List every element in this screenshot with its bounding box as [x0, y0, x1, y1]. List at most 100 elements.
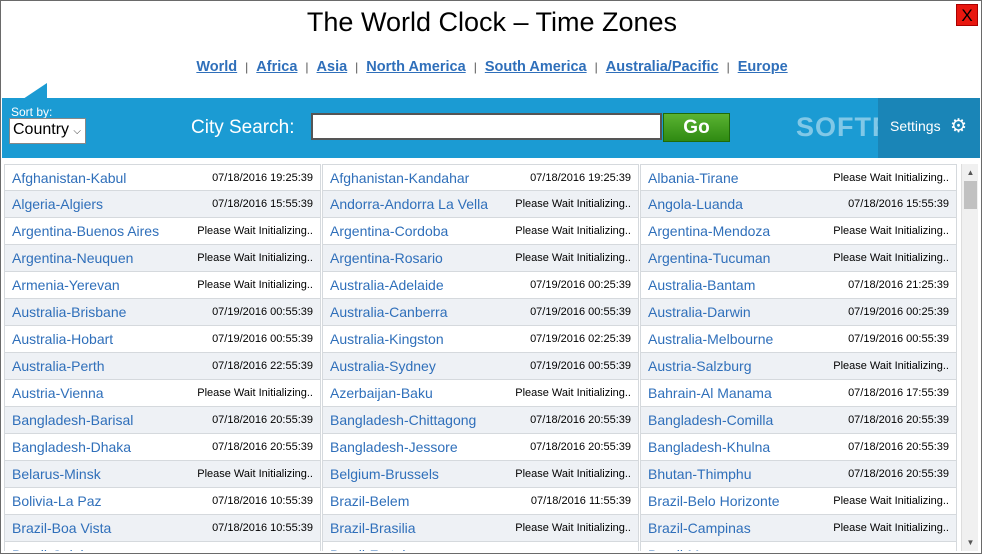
city-name[interactable]: Bolivia-La Paz [12, 493, 102, 509]
scroll-up-icon[interactable]: ▲ [962, 164, 979, 181]
table-row[interactable]: Belgium-Brussels Please Wait Initializing… [322, 461, 639, 488]
city-name[interactable]: Argentina-Neuquen [12, 250, 133, 266]
table-row[interactable]: Albania-Tirane Please Wait Initializing.. [640, 164, 957, 191]
city-name[interactable]: Azerbaijan-Baku [330, 385, 433, 401]
city-name[interactable]: Bangladesh-Chittagong [330, 412, 476, 428]
city-name[interactable]: Brazil-Campinas [648, 520, 751, 536]
city-name[interactable]: Argentina-Cordoba [330, 223, 448, 239]
city-name[interactable]: Australia-Kingston [330, 331, 444, 347]
city-name[interactable]: Bangladesh-Barisal [12, 412, 133, 428]
table-row[interactable]: Australia-Hobart 07/19/2016 00:55:39 [4, 326, 321, 353]
table-row[interactable]: Australia-Darwin 07/19/2016 00:25:39 [640, 299, 957, 326]
city-name[interactable]: Bangladesh-Dhaka [12, 439, 131, 455]
city-name[interactable]: Australia-Perth [12, 358, 105, 374]
city-name[interactable]: Brazil-Fortaleza [330, 547, 428, 551]
table-row[interactable]: Argentina-Cordoba Please Wait Initializin… [322, 218, 639, 245]
table-row[interactable]: Australia-Brisbane 07/19/2016 00:55:39 [4, 299, 321, 326]
city-name[interactable]: Brazil-Boa Vista [12, 520, 111, 536]
city-name[interactable]: Argentina-Rosario [330, 250, 443, 266]
table-row[interactable]: Bangladesh-Dhaka 07/18/2016 20:55:39 [4, 434, 321, 461]
city-name[interactable]: Armenia-Yerevan [12, 277, 120, 293]
table-row[interactable]: Brazil-Boa Vista 07/18/2016 10:55:39 [4, 515, 321, 542]
city-name[interactable]: Andorra-Andorra La Vella [330, 196, 488, 212]
city-name[interactable]: Bhutan-Thimphu [648, 466, 752, 482]
table-row[interactable]: Argentina-Tucuman Please Wait Initializin… [640, 245, 957, 272]
table-row[interactable]: Australia-Melbourne 07/19/2016 00:55:39 [640, 326, 957, 353]
table-row[interactable]: Argentina-Rosario Please Wait Initializin… [322, 245, 639, 272]
city-name[interactable]: Brazil-Cuiaba [12, 547, 96, 551]
city-name[interactable]: Bahrain-Al Manama [648, 385, 772, 401]
city-name[interactable]: Australia-Bantam [648, 277, 755, 293]
city-name[interactable]: Australia-Darwin [648, 304, 751, 320]
nav-link-north-america[interactable]: North America [366, 59, 465, 75]
table-row[interactable]: Afghanistan-Kabul 07/18/2016 19:25:39 [4, 164, 321, 191]
city-name[interactable]: Argentina-Buenos Aires [12, 223, 159, 239]
table-row[interactable]: Bangladesh-Chittagong 07/18/2016 20:55:39 [322, 407, 639, 434]
city-name[interactable]: Brazil-Manaus [648, 547, 737, 551]
table-row[interactable]: Austria-Vienna Please Wait Initializing.. [4, 380, 321, 407]
go-button[interactable]: Go [663, 113, 730, 142]
nav-link-europe[interactable]: Europe [738, 59, 788, 75]
table-row[interactable]: Bangladesh-Barisal 07/18/2016 20:55:39 [4, 407, 321, 434]
city-name[interactable]: Australia-Brisbane [12, 304, 126, 320]
city-name[interactable]: Belgium-Brussels [330, 466, 439, 482]
settings-button[interactable]: Settings ⚙ [878, 98, 980, 158]
nav-link-africa[interactable]: Africa [256, 59, 297, 75]
table-row[interactable]: Angola-Luanda 07/18/2016 15:55:39 [640, 191, 957, 218]
table-row[interactable]: Bhutan-Thimphu 07/18/2016 20:55:39 [640, 461, 957, 488]
city-name[interactable]: Argentina-Tucuman [648, 250, 770, 266]
table-row[interactable]: Belarus-Minsk Please Wait Initializing.. [4, 461, 321, 488]
city-name[interactable]: Bangladesh-Khulna [648, 439, 770, 455]
table-row[interactable]: Brazil-Belo Horizonte Please Wait Initial… [640, 488, 957, 515]
table-row[interactable]: Australia-Perth 07/18/2016 22:55:39 [4, 353, 321, 380]
nav-link-australia-pacific[interactable]: Australia/Pacific [606, 59, 719, 75]
table-row[interactable]: Afghanistan-Kandahar 07/18/2016 19:25:39 [322, 164, 639, 191]
table-row[interactable]: Bangladesh-Comilla 07/18/2016 20:55:39 [640, 407, 957, 434]
table-row[interactable]: Brazil-Belem 07/18/2016 11:55:39 [322, 488, 639, 515]
table-row[interactable]: Austria-Salzburg Please Wait Initializing… [640, 353, 957, 380]
table-row[interactable]: Australia-Adelaide 07/19/2016 00:25:39 [322, 272, 639, 299]
scroll-down-icon[interactable]: ▼ [962, 534, 979, 551]
table-row[interactable]: Algeria-Algiers 07/18/2016 15:55:39 [4, 191, 321, 218]
table-row[interactable]: Brazil-Fortaleza [322, 542, 639, 551]
city-name[interactable]: Belarus-Minsk [12, 466, 101, 482]
table-row[interactable]: Australia-Kingston 07/19/2016 02:25:39 [322, 326, 639, 353]
table-row[interactable]: Australia-Bantam 07/18/2016 21:25:39 [640, 272, 957, 299]
table-row[interactable]: Brazil-Campinas Please Wait Initializing.… [640, 515, 957, 542]
scroll-thumb[interactable] [964, 181, 977, 209]
table-row[interactable]: Azerbaijan-Baku Please Wait Initializing.… [322, 380, 639, 407]
table-row[interactable]: Brazil-Cuiaba [4, 542, 321, 551]
city-name[interactable]: Australia-Hobart [12, 331, 113, 347]
city-name[interactable]: Argentina-Mendoza [648, 223, 770, 239]
table-row[interactable]: Australia-Sydney 07/19/2016 00:55:39 [322, 353, 639, 380]
city-name[interactable]: Austria-Salzburg [648, 358, 752, 374]
table-row[interactable]: Bangladesh-Khulna 07/18/2016 20:55:39 [640, 434, 957, 461]
city-name[interactable]: Brazil-Belem [330, 493, 409, 509]
table-row[interactable]: Argentina-Neuquen Please Wait Initializin… [4, 245, 321, 272]
city-name[interactable]: Bangladesh-Jessore [330, 439, 458, 455]
city-name[interactable]: Australia-Canberra [330, 304, 448, 320]
table-row[interactable]: Andorra-Andorra La Vella Please Wait Init… [322, 191, 639, 218]
city-name[interactable]: Albania-Tirane [648, 170, 739, 186]
city-name[interactable]: Australia-Adelaide [330, 277, 444, 293]
city-name[interactable]: Australia-Sydney [330, 358, 436, 374]
city-name[interactable]: Brazil-Brasilia [330, 520, 416, 536]
city-name[interactable]: Austria-Vienna [12, 385, 104, 401]
city-name[interactable]: Afghanistan-Kandahar [330, 170, 469, 186]
city-name[interactable]: Afghanistan-Kabul [12, 170, 126, 186]
nav-link-world[interactable]: World [196, 59, 237, 75]
table-row[interactable]: Bangladesh-Jessore 07/18/2016 20:55:39 [322, 434, 639, 461]
nav-link-south-america[interactable]: South America [485, 59, 587, 75]
city-name[interactable]: Australia-Melbourne [648, 331, 773, 347]
city-search-input[interactable] [311, 113, 662, 140]
sort-select[interactable]: Country ⌵ [9, 118, 86, 144]
vertical-scrollbar[interactable]: ▲ ▼ [961, 164, 978, 551]
table-row[interactable]: Australia-Canberra 07/19/2016 00:55:39 [322, 299, 639, 326]
table-row[interactable]: Brazil-Brasilia Please Wait Initializing.… [322, 515, 639, 542]
table-row[interactable]: Bahrain-Al Manama 07/18/2016 17:55:39 [640, 380, 957, 407]
table-row[interactable]: Brazil-Manaus [640, 542, 957, 551]
table-row[interactable]: Armenia-Yerevan Please Wait Initializing.… [4, 272, 321, 299]
table-row[interactable]: Argentina-Mendoza Please Wait Initializin… [640, 218, 957, 245]
city-name[interactable]: Angola-Luanda [648, 196, 743, 212]
nav-link-asia[interactable]: Asia [317, 59, 348, 75]
